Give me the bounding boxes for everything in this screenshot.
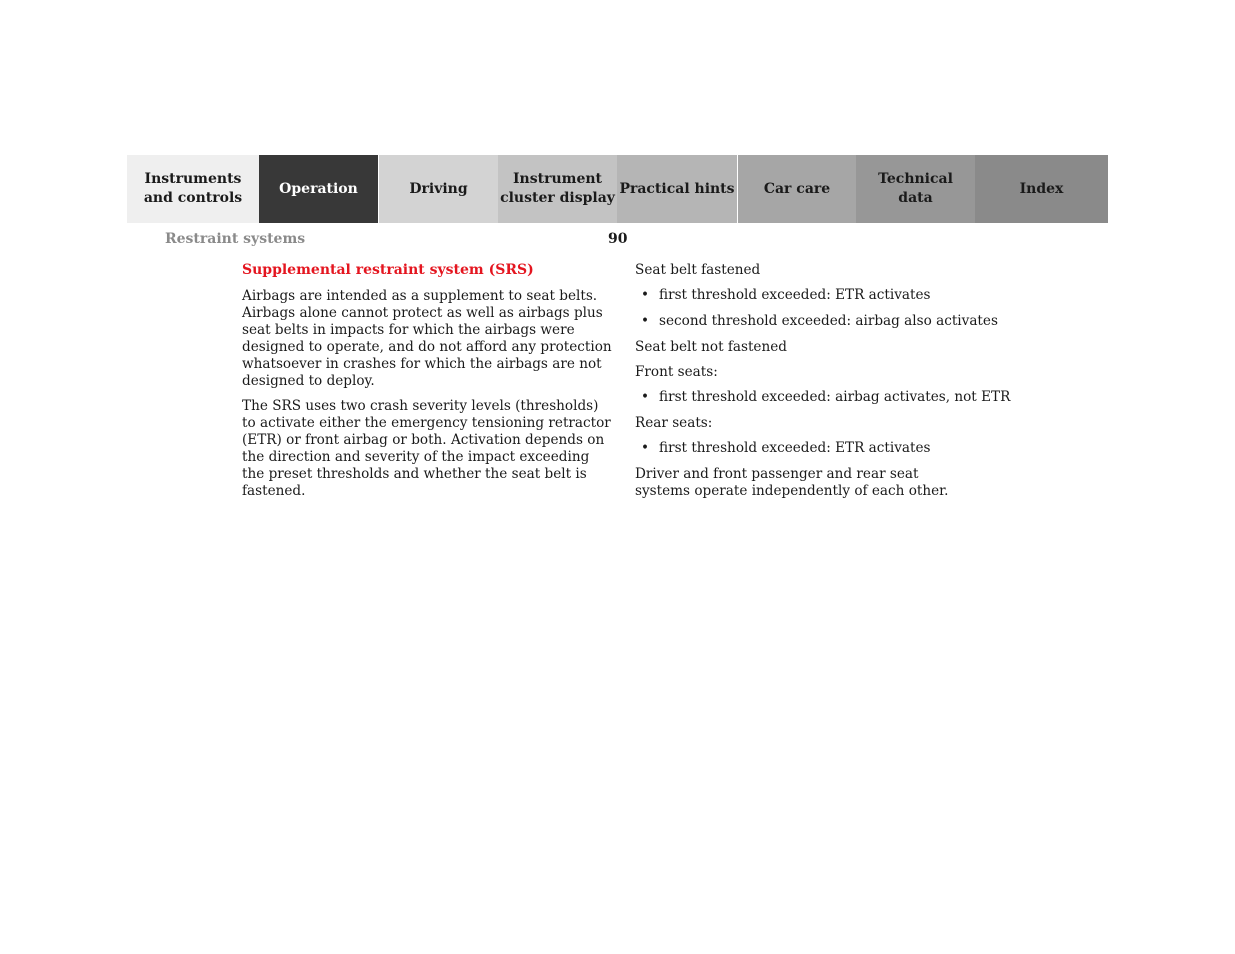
right-column: Seat belt fastened • first threshold exce… [635,262,1015,508]
front-seats-label: Front seats: [635,364,718,380]
paragraph: Airbags are intended as a supplement to … [242,288,612,389]
tab-instrument-cluster-display[interactable]: Instrument cluster display [498,155,617,223]
belt-not-fastened-label: Seat belt not fastened [635,339,787,355]
tab-practical-hints[interactable]: Practical hints [617,155,737,223]
paragraph: The SRS uses two crash severity levels (… [242,398,611,499]
left-column: Supplemental restraint system (SRS) Airb… [242,262,612,508]
section-heading: Supplemental restraint system (SRS) [242,262,534,278]
page-number: 90 [608,231,628,247]
bullet-icon: • [641,440,650,456]
list-item: • first threshold exceeded: airbag activa… [641,389,1011,405]
tab-index[interactable]: Index [975,155,1108,223]
rear-seats-label: Rear seats: [635,415,713,431]
tab-driving[interactable]: Driving [378,155,498,223]
tab-technical-data[interactable]: Technical data [856,155,975,223]
section-title: Restraint systems [165,231,306,247]
list-item: • first threshold exceeded: ETR activates [641,440,931,456]
belt-fastened-label: Seat belt fastened [635,262,761,278]
bullet-icon: • [641,287,650,303]
list-item: • second threshold exceeded: airbag also … [641,313,998,329]
list-item: • first threshold exceeded: ETR activates [641,287,931,303]
bullet-icon: • [641,313,650,329]
tab-operation[interactable]: Operation [259,155,378,223]
closing-paragraph: Driver and front passenger and rear seat… [635,466,949,499]
tab-car-care[interactable]: Car care [737,155,856,223]
bullet-icon: • [641,389,650,405]
tab-instruments-and-controls[interactable]: Instruments and controls [127,155,259,223]
chapter-nav: Instruments and controls Operation Drivi… [127,155,1108,223]
